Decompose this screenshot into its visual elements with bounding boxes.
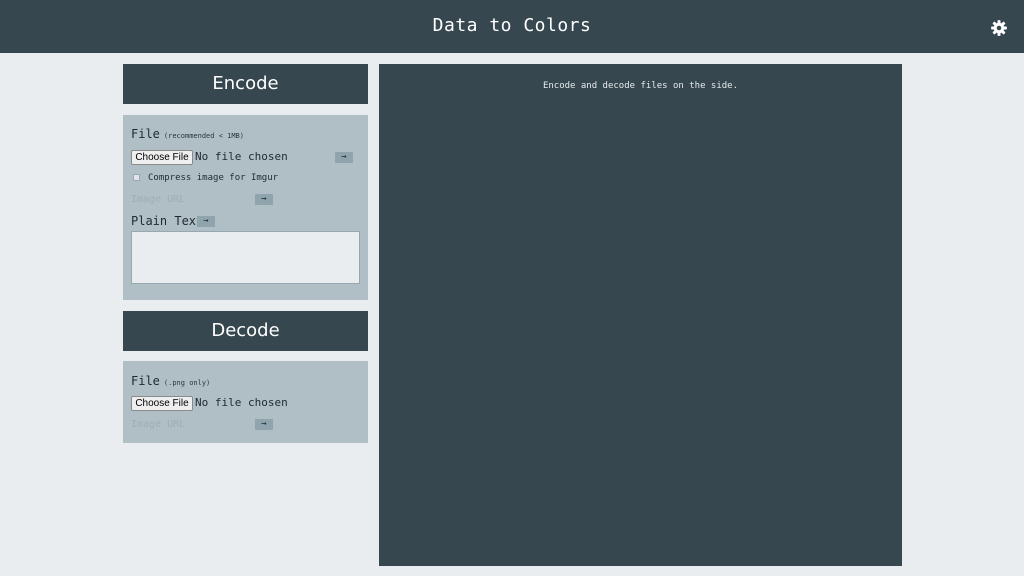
compress-label: Compress image for Imgur [148, 173, 279, 183]
encode-choose-file-button[interactable]: Choose File [131, 150, 193, 165]
output-panel: Encode and decode files on the side. [379, 64, 902, 566]
encode-file-submit-button[interactable]: → [335, 152, 353, 163]
decode-panel: File (.png only) Choose File No file chos… [123, 361, 368, 443]
plain-text-input[interactable] [131, 231, 360, 284]
compress-checkbox[interactable] [133, 174, 140, 181]
encode-url-submit-button[interactable]: → [255, 194, 273, 205]
decode-no-file-text: No file chosen [195, 396, 288, 409]
encode-panel: File (recommended < 1MB) Choose File No f… [123, 115, 368, 300]
plain-text-label: Plain Text [131, 214, 204, 228]
plain-text-submit-button[interactable]: → [197, 216, 215, 227]
decode-choose-file-button[interactable]: Choose File [131, 396, 193, 411]
decode-file-hint: (.png only) [163, 379, 211, 387]
encode-file-label-row: File (recommended < 1MB) [131, 127, 244, 141]
gear-icon[interactable] [990, 19, 1008, 37]
encode-image-url-input[interactable] [131, 193, 249, 206]
encode-no-file-text: No file chosen [195, 150, 288, 163]
decode-image-url-input[interactable] [131, 418, 249, 431]
decode-file-label-row: File (.png only) [131, 374, 210, 388]
app-title: Data to Colors [432, 15, 592, 36]
decode-url-submit-button[interactable]: → [255, 419, 273, 430]
encode-file-label: File [131, 127, 160, 141]
top-bar: Data to Colors [0, 0, 1024, 53]
decode-file-label: File [131, 374, 160, 388]
encode-heading: Encode [123, 64, 368, 104]
output-message: Encode and decode files on the side. [542, 81, 739, 91]
compress-row: Compress image for Imgur [133, 173, 278, 183]
decode-heading: Decode [123, 311, 368, 351]
encode-file-hint: (recommended < 1MB) [163, 132, 244, 140]
